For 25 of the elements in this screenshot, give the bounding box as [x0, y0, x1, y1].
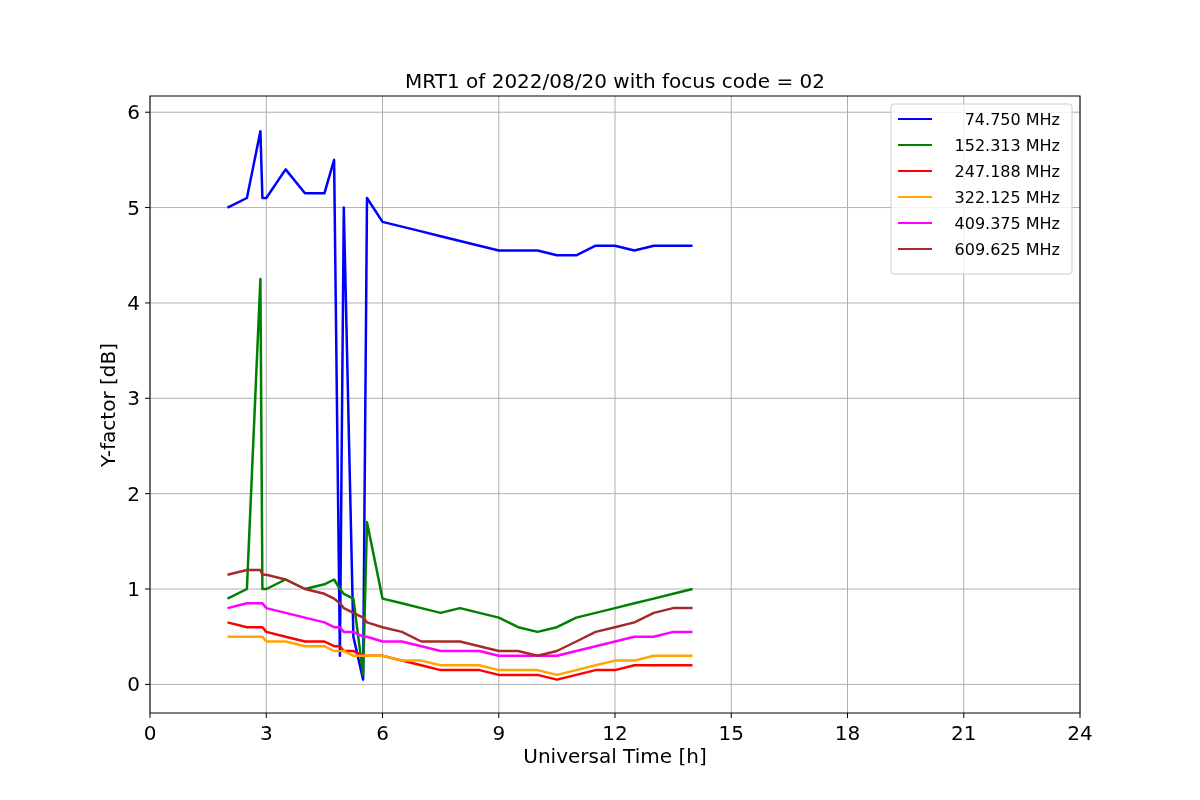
y-tick-label: 5: [127, 195, 140, 220]
legend-label: 409.375 MHz: [954, 214, 1060, 233]
y-tick-label: 3: [127, 386, 140, 411]
legend-label: 152.313 MHz: [954, 136, 1060, 155]
y-tick-label: 0: [127, 672, 140, 697]
y-tick-label: 1: [127, 577, 140, 602]
legend-label: 609.625 MHz: [954, 240, 1060, 259]
x-tick-label: 24: [1067, 721, 1093, 745]
y-tick-label: 6: [127, 100, 140, 125]
legend-label: 247.188 MHz: [954, 162, 1060, 181]
x-tick-label: 6: [376, 721, 389, 745]
x-tick-label: 15: [718, 721, 744, 745]
legend-label: 74.750 MHz: [964, 110, 1060, 129]
x-tick-label: 9: [492, 721, 506, 745]
x-tick-label: 3: [259, 721, 273, 745]
y-tick-label: 2: [127, 481, 140, 506]
x-tick-label: 18: [834, 721, 861, 745]
y-axis-label: Y-factor [dB]: [96, 343, 120, 467]
x-tick-label: 21: [951, 721, 977, 745]
legend-label: 322.125 MHz: [954, 188, 1060, 207]
chart-title: MRT1 of 2022/08/20 with focus code = 02: [405, 69, 825, 93]
x-axis-label: Universal Time [h]: [523, 744, 707, 768]
x-tick-label: 12: [602, 721, 628, 745]
x-tick-label: 0: [143, 721, 157, 745]
y-tick-label: 4: [127, 290, 140, 315]
